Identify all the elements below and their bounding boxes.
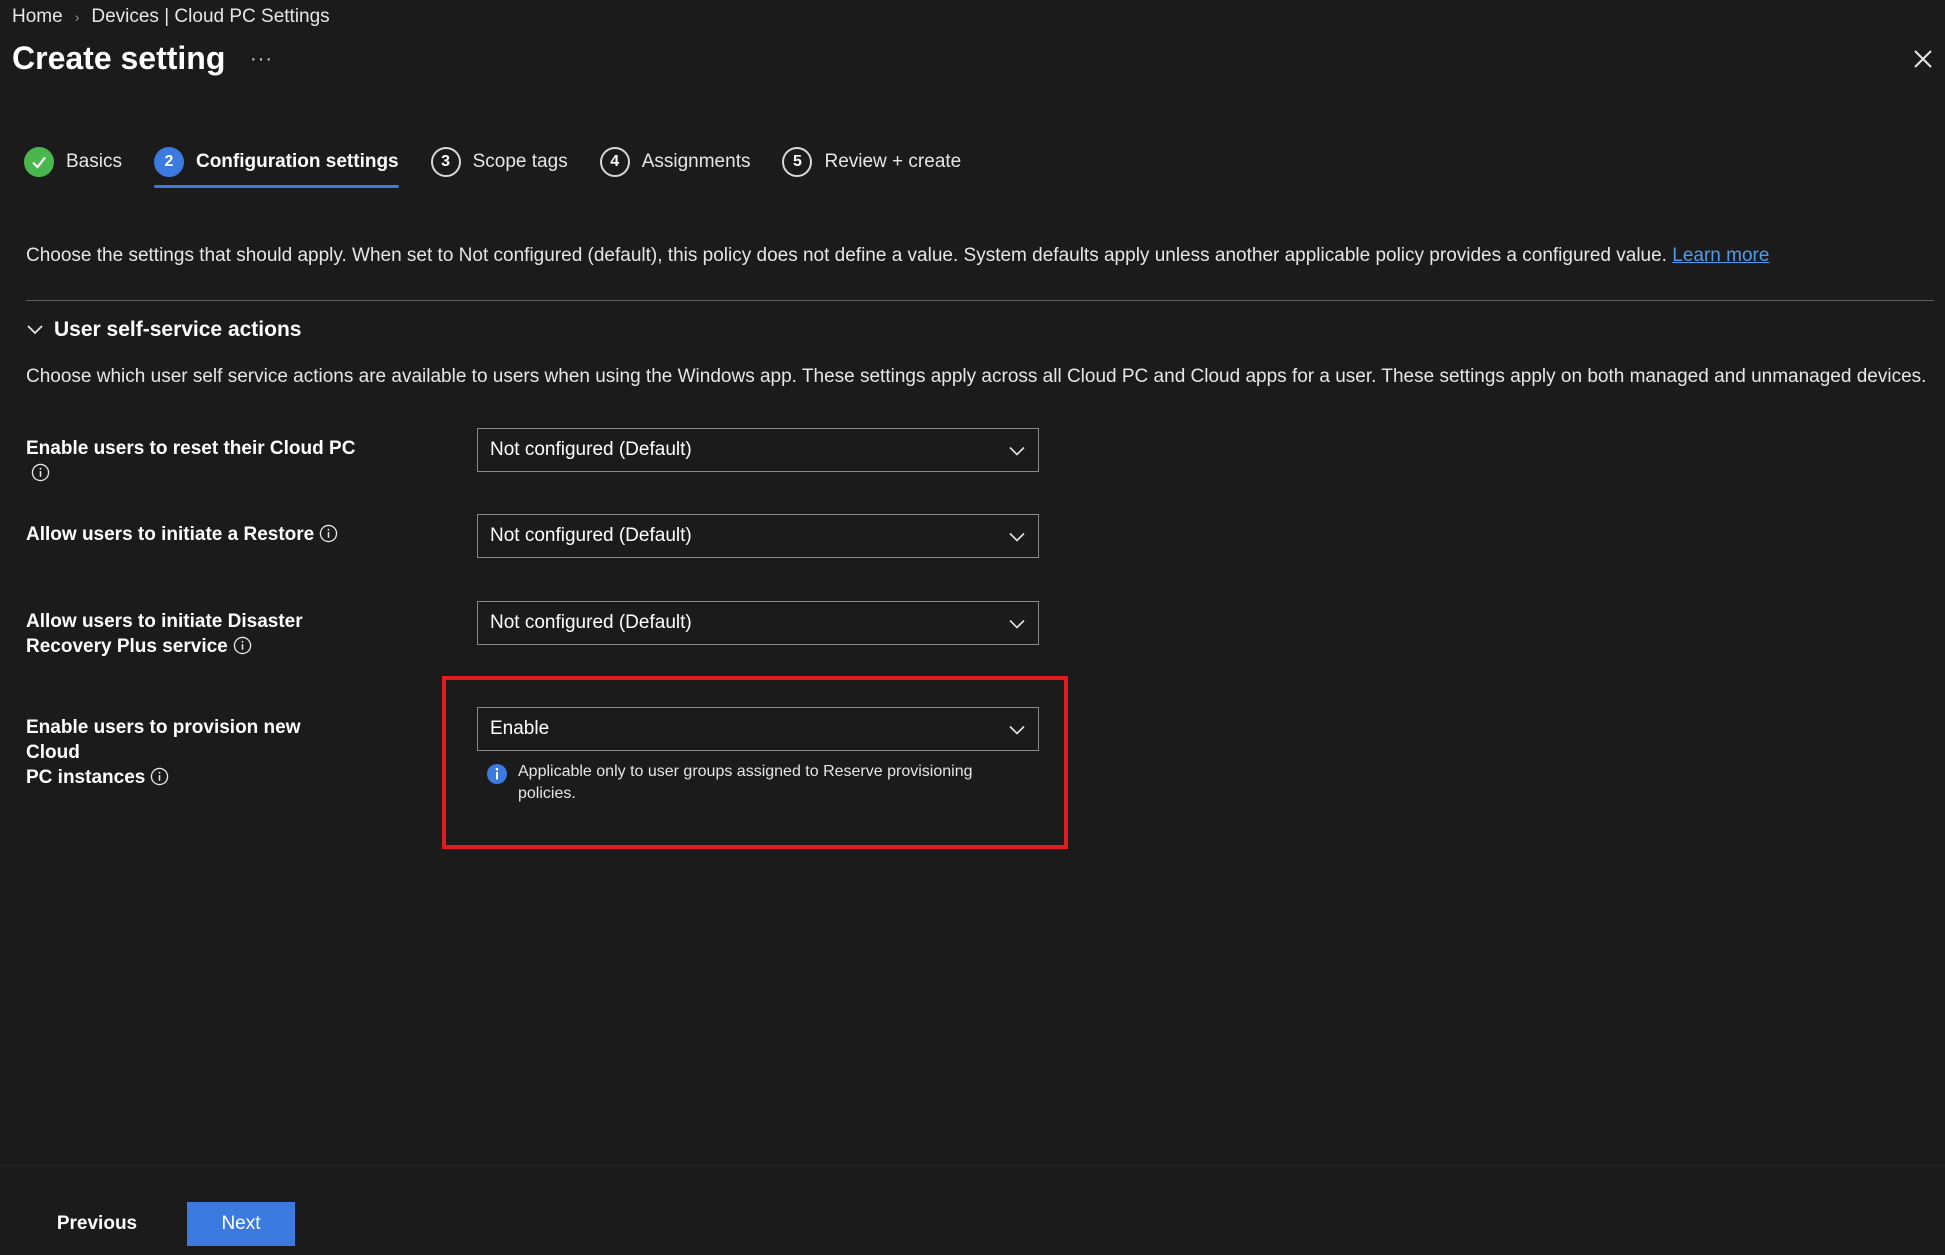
step-number: 3 [430,147,461,177]
section-description: Choose which user self service actions a… [26,366,1927,387]
step-number: 4 [599,147,630,177]
tab-review-create[interactable]: 5 Review + create [782,142,961,182]
breadcrumb-home[interactable]: Home [12,6,63,28]
dropdown-value: Not configured (Default) [490,612,692,633]
close-icon[interactable] [1912,48,1934,70]
setting-label-text: Enable users to provision new Cloud [26,717,301,763]
setting-label-text: Recovery Plus service [26,636,228,657]
divider [26,300,1934,301]
note-line: Applicable only to user groups assigned … [518,763,973,780]
dropdown-value: Not configured (Default) [490,439,692,460]
setting-label-provision: Enable users to provision new Cloud PC i… [26,715,356,790]
chevron-down-icon [1009,532,1025,542]
next-button[interactable]: Next [187,1202,295,1246]
footer: Previous Next [0,1165,1945,1255]
intro-description: Choose the settings that should apply. W… [26,245,1673,266]
chevron-down-icon [1009,446,1025,456]
info-icon[interactable] [150,767,169,786]
dropdown-value: Not configured (Default) [490,525,692,546]
setting-label-text: Enable users to reset their Cloud PC [26,438,356,459]
more-options-button[interactable]: ··· [250,48,273,71]
info-note: Applicable only to user groups assigned … [486,761,1026,805]
setting-label-disaster-recovery: Allow users to initiate Disaster Recover… [26,609,356,659]
chevron-down-icon [1009,619,1025,629]
tab-label: Review + create [824,151,962,172]
disaster-recovery-dropdown[interactable]: Not configured (Default) [477,601,1039,645]
page-title: Create setting [12,40,226,76]
step-number: 5 [782,147,813,177]
tab-configuration-settings[interactable]: 2 Configuration settings [153,142,399,188]
tab-label: Configuration settings [195,151,399,172]
intro-text: Choose the settings that should apply. W… [26,245,1769,267]
breadcrumb-separator: › [74,9,80,25]
note-text: Applicable only to user groups assigned … [518,761,972,805]
checkmark-icon [24,147,54,177]
section-toggle[interactable]: User self-service actions [26,318,301,342]
chevron-down-icon [1009,725,1025,735]
info-icon[interactable] [233,636,252,655]
restore-dropdown[interactable]: Not configured (Default) [477,514,1039,558]
setting-label-restore: Allow users to initiate a Restore [26,522,356,547]
tab-label: Assignments [641,151,751,172]
reset-cloud-pc-dropdown[interactable]: Not configured (Default) [477,428,1039,472]
create-setting-page: Home › Devices | Cloud PC Settings Creat… [0,0,1945,1255]
setting-label-text: PC instances [26,767,146,788]
tab-assignments[interactable]: 4 Assignments [599,142,751,182]
breadcrumb-current[interactable]: Devices | Cloud PC Settings [91,6,329,28]
learn-more-link[interactable]: Learn more [1672,245,1769,266]
wizard-tabs: Basics 2 Configuration settings 3 Scope … [24,142,993,188]
tab-basics[interactable]: Basics [24,142,122,182]
previous-button[interactable]: Previous [40,1202,154,1246]
tab-label: Basics [66,151,122,172]
breadcrumb: Home › Devices | Cloud PC Settings [12,6,330,28]
section-title: User self-service actions [54,318,302,341]
setting-label-text: Allow users to initiate Disaster [26,611,303,632]
setting-label-text: Allow users to initiate a Restore [26,524,315,545]
step-number: 2 [153,147,184,177]
info-icon [487,764,507,784]
tab-scope-tags[interactable]: 3 Scope tags [430,142,568,182]
provision-cloud-pc-dropdown[interactable]: Enable [477,707,1039,751]
setting-label-reset: Enable users to reset their Cloud PC [26,436,356,486]
dropdown-value: Enable [490,718,550,739]
info-icon[interactable] [319,524,338,543]
chevron-down-icon [27,325,43,335]
note-line: policies. [518,785,576,802]
info-icon[interactable] [31,463,50,482]
tab-label: Scope tags [472,151,568,172]
